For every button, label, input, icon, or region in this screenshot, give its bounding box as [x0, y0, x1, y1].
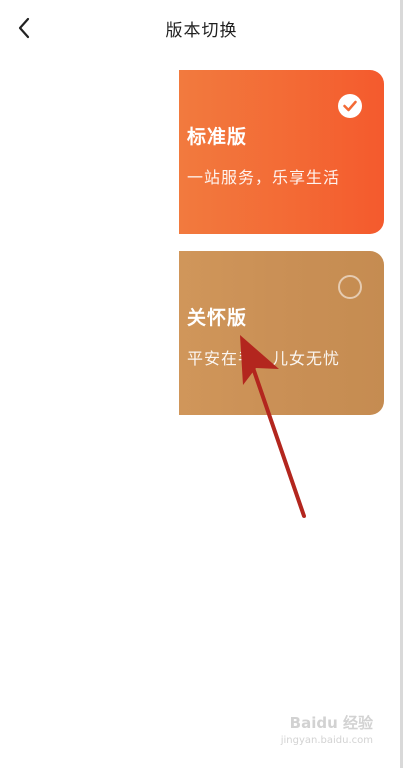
unselected-radio-icon[interactable] [338, 275, 362, 299]
checkmark-icon [343, 100, 357, 112]
standard-version-card[interactable]: 标准版 一站服务，乐享生活 [179, 70, 384, 234]
watermark-brand: Baidu 经验 [289, 714, 373, 732]
page-title: 版本切换 [165, 21, 238, 41]
card-subtitle: 一站服务，乐享生活 [187, 168, 341, 187]
card-title: 标准版 [187, 126, 248, 148]
watermark-url: jingyan.baidu.com [280, 735, 373, 746]
watermark: Baidu 经验 jingyan.baidu.com [281, 712, 373, 746]
header-bar: 版本切换 [0, 0, 403, 56]
care-version-card[interactable]: 关怀版 平安在手，儿女无忧 [179, 251, 384, 415]
card-title: 关怀版 [187, 307, 248, 329]
selected-check-icon[interactable] [338, 94, 362, 118]
card-subtitle: 平安在手，儿女无忧 [187, 349, 341, 368]
